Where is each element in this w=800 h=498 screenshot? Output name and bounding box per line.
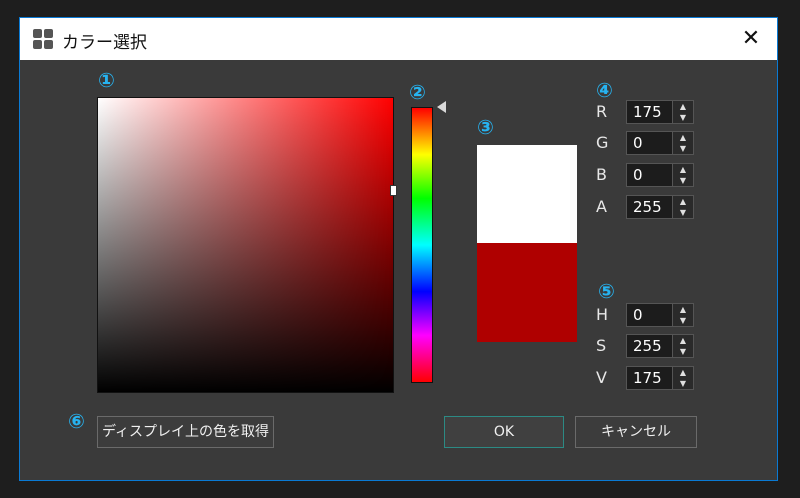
label-r: R — [596, 102, 608, 121]
label-g: G — [596, 133, 609, 152]
marker-4: ④ — [596, 78, 613, 102]
marker-2: ② — [409, 80, 426, 104]
h-input[interactable] — [627, 304, 675, 326]
a-decrement-icon[interactable]: ▼ — [673, 207, 693, 218]
s-increment-icon[interactable]: ▲ — [673, 335, 693, 346]
g-input[interactable] — [627, 132, 675, 154]
g-spinner: ▲ ▼ — [672, 132, 693, 154]
g-stepper: ▲ ▼ — [626, 131, 694, 155]
label-v: V — [596, 368, 607, 387]
dialog-body: ① ② ③ ④ ⑤ ⑥ R ▲ ▼ G — [20, 60, 777, 480]
app-grid-icon — [33, 29, 53, 49]
s-input[interactable] — [627, 335, 675, 357]
label-s: S — [596, 336, 607, 355]
b-spinner: ▲ ▼ — [672, 164, 693, 186]
h-stepper: ▲ ▼ — [626, 303, 694, 327]
a-spinner: ▲ ▼ — [672, 196, 693, 218]
label-b: B — [596, 165, 607, 184]
sv-handle[interactable] — [390, 185, 397, 197]
title-bar: カラー選択 ✕ — [20, 18, 777, 60]
r-stepper: ▲ ▼ — [626, 100, 694, 124]
h-decrement-icon[interactable]: ▼ — [673, 315, 693, 326]
r-spinner: ▲ ▼ — [672, 101, 693, 123]
previous-color-swatch — [477, 145, 577, 243]
new-color-swatch — [477, 243, 577, 342]
v-input[interactable] — [627, 367, 675, 389]
hue-pointer-icon[interactable] — [437, 101, 446, 113]
h-spinner: ▲ ▼ — [672, 304, 693, 326]
marker-1: ① — [98, 68, 115, 92]
dialog-title: カラー選択 — [62, 33, 147, 53]
a-stepper: ▲ ▼ — [626, 195, 694, 219]
label-a: A — [596, 197, 607, 216]
a-increment-icon[interactable]: ▲ — [673, 196, 693, 207]
v-increment-icon[interactable]: ▲ — [673, 367, 693, 378]
s-decrement-icon[interactable]: ▼ — [673, 346, 693, 357]
g-increment-icon[interactable]: ▲ — [673, 132, 693, 143]
close-icon[interactable]: ✕ — [739, 27, 763, 51]
s-spinner: ▲ ▼ — [672, 335, 693, 357]
b-decrement-icon[interactable]: ▼ — [673, 175, 693, 186]
h-increment-icon[interactable]: ▲ — [673, 304, 693, 315]
ok-button[interactable]: OK — [444, 416, 564, 448]
r-decrement-icon[interactable]: ▼ — [673, 112, 693, 123]
marker-6: ⑥ — [68, 409, 85, 433]
color-preview — [477, 145, 577, 342]
s-stepper: ▲ ▼ — [626, 334, 694, 358]
v-decrement-icon[interactable]: ▼ — [673, 378, 693, 389]
r-input[interactable] — [627, 101, 675, 123]
marker-5: ⑤ — [598, 279, 615, 303]
label-h: H — [596, 305, 609, 324]
r-increment-icon[interactable]: ▲ — [673, 101, 693, 112]
cancel-button[interactable]: キャンセル — [575, 416, 697, 448]
b-input[interactable] — [627, 164, 675, 186]
a-input[interactable] — [627, 196, 675, 218]
v-spinner: ▲ ▼ — [672, 367, 693, 389]
g-decrement-icon[interactable]: ▼ — [673, 143, 693, 154]
pick-screen-color-button[interactable]: ディスプレイ上の色を取得 — [97, 416, 274, 448]
hue-slider[interactable] — [411, 107, 433, 383]
saturation-value-square[interactable] — [97, 97, 397, 393]
v-stepper: ▲ ▼ — [626, 366, 694, 390]
color-picker-dialog: カラー選択 ✕ ① ② ③ ④ ⑤ ⑥ R ▲ ▼ — [19, 17, 778, 481]
marker-3: ③ — [477, 115, 494, 139]
b-stepper: ▲ ▼ — [626, 163, 694, 187]
b-increment-icon[interactable]: ▲ — [673, 164, 693, 175]
